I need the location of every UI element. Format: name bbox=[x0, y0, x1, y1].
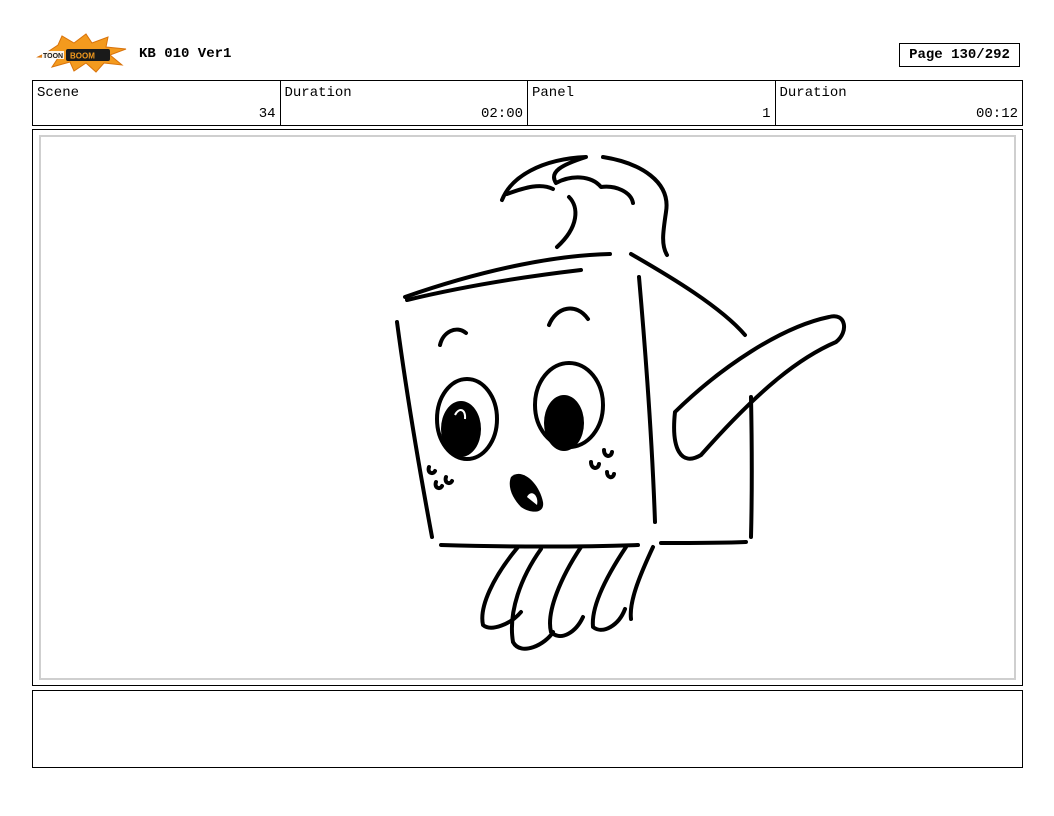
page-indicator: Page 130/292 bbox=[899, 43, 1020, 67]
panel-value: 1 bbox=[762, 106, 771, 122]
panel-cell: Panel 1 bbox=[528, 81, 776, 125]
svg-text:BOOM: BOOM bbox=[70, 52, 95, 61]
scene-label: Scene bbox=[37, 85, 80, 101]
storyboard-panel bbox=[32, 129, 1023, 686]
panel-duration-value: 00:12 bbox=[975, 106, 1018, 122]
panel-duration-cell: Duration 00:12 bbox=[776, 81, 1023, 125]
cube-character-sketch bbox=[395, 155, 846, 651]
svg-text:TOON: TOON bbox=[43, 53, 63, 60]
panel-duration-label: Duration bbox=[779, 85, 847, 101]
document-title: KB 010 Ver1 bbox=[139, 46, 232, 62]
panel-frame bbox=[39, 135, 1016, 680]
panel-notes-area bbox=[32, 690, 1023, 768]
toon-boom-logo: TOON BOOM bbox=[36, 33, 128, 73]
scene-duration-label: Duration bbox=[284, 85, 352, 101]
scene-cell: Scene 34 bbox=[33, 81, 281, 125]
scene-duration-cell: Duration 02:00 bbox=[281, 81, 528, 125]
storyboard-info-row: Scene 34 Duration 02:00 Panel 1 Duration… bbox=[32, 80, 1023, 126]
panel-label: Panel bbox=[532, 85, 575, 101]
scene-value: 34 bbox=[258, 106, 276, 122]
scene-duration-value: 02:00 bbox=[480, 106, 523, 122]
